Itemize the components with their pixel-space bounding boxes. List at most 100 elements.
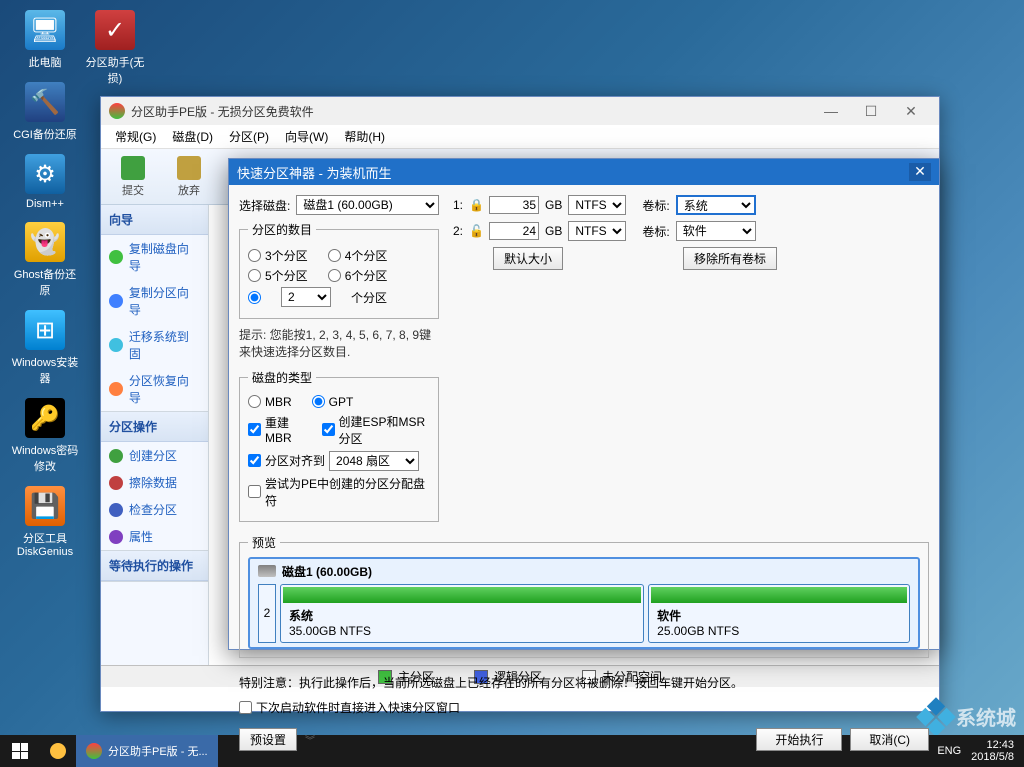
desktop-icon-cgi[interactable]: 🔨CGI备份还原 [10,82,80,142]
desktop-icons: 🖥此电脑 ✓分区助手(无损) 🔨CGI备份还原 ⚙Dism++ 👻Ghost备份… [10,10,90,570]
wizard-icon [109,294,123,308]
vollabel-dropdown-2[interactable]: 软件 [676,221,756,241]
sidebar-header-ops: 分区操作 [101,412,208,442]
menu-help[interactable]: 帮助(H) [336,125,393,148]
create-icon [109,449,123,463]
partition-count-group: 分区的数目 3个分区 4个分区 5个分区 6个分区 2 个分区 [239,221,439,319]
wizard-icon [109,250,123,264]
usage-bar [283,587,641,603]
desktop-icon-ghost[interactable]: 👻Ghost备份还原 [10,222,80,298]
menu-disk[interactable]: 磁盘(D) [164,125,221,148]
sidebar-item-copy-disk[interactable]: 复制磁盘向导 [101,235,208,279]
preset-button[interactable]: 预设置 [239,728,297,751]
key-icon: 🔑 [25,398,65,438]
dialog-title: 快速分区神器 - 为装机而生 [237,163,392,182]
desktop-icon-partition-assistant[interactable]: ✓分区助手(无损) [80,10,150,86]
radio-gpt[interactable]: GPT [312,395,354,409]
checkbox-create-esp[interactable]: 创建ESP和MSR分区 [322,413,431,447]
preview-count: 2 [258,584,276,643]
sidebar-item-wipe[interactable]: 擦除数据 [101,469,208,496]
backup-icon: 🔨 [25,82,65,122]
check-icon [121,156,145,180]
menu-partition[interactable]: 分区(P) [221,125,277,148]
preview-legend: 预览 [248,534,280,551]
checkbox-next-time[interactable]: 下次启动软件时直接进入快速分区窗口 [239,699,460,716]
radio-custom-partitions[interactable] [248,291,261,304]
fs-dropdown-1[interactable]: NTFS [568,195,626,215]
minimize-button[interactable]: — [811,99,851,123]
cancel-button[interactable]: 取消(C) [850,728,929,751]
dialog-close-button[interactable]: ✕ [909,163,931,181]
windows-logo-icon [12,743,28,759]
size-input-2[interactable] [489,222,539,240]
app-logo-icon [109,103,125,119]
start-button[interactable]: 开始执行 [756,728,842,751]
fs-dropdown-2[interactable]: NTFS [568,221,626,241]
desktop-icon-this-pc[interactable]: 🖥此电脑 [10,10,80,70]
vollabel-dropdown-1[interactable]: 系统 [676,195,756,215]
tray-clock[interactable]: 12:43 2018/5/8 [971,739,1014,763]
menubar: 常规(G) 磁盘(D) 分区(P) 向导(W) 帮助(H) [101,125,939,149]
custom-count-dropdown[interactable]: 2 [281,287,331,307]
radio-4-partitions[interactable]: 4个分区 [328,247,388,264]
desktop-icon-dism[interactable]: ⚙Dism++ [10,154,80,210]
titlebar[interactable]: 分区助手PE版 - 无损分区免费软件 — ☐ ✕ [101,97,939,125]
radio-6-partitions[interactable]: 6个分区 [328,267,388,284]
desktop-icon-win-installer[interactable]: ⊞Windows安装器 [10,310,80,386]
menu-general[interactable]: 常规(G) [107,125,164,148]
preview-partition-2[interactable]: 软件25.00GB NTFS [648,584,910,643]
folder-icon [50,743,66,759]
checkbox-try-pe[interactable]: 尝试为PE中创建的分区分配盘符 [248,475,430,509]
sidebar-item-copy-partition[interactable]: 复制分区向导 [101,279,208,323]
dialog-titlebar[interactable]: 快速分区神器 - 为装机而生 ✕ [229,159,939,185]
commit-button[interactable]: 提交 [109,156,157,198]
wipe-icon [109,476,123,490]
remove-labels-button[interactable]: 移除所有卷标 [683,247,777,270]
ghost-icon: 👻 [25,222,65,262]
close-button[interactable]: ✕ [891,99,931,123]
preview-partition-1[interactable]: 系统35.00GB NTFS [280,584,644,643]
sidebar-item-recover[interactable]: 分区恢复向导 [101,367,208,411]
disk-icon [258,565,276,577]
expand-icon[interactable]: ︾ [305,732,315,747]
preview-group: 预览 磁盘1 (60.00GB) 2 系统35.00GB NTFS 软件25.0… [239,534,929,658]
sidebar-item-check[interactable]: 检查分区 [101,496,208,523]
maximize-button[interactable]: ☐ [851,99,891,123]
tray-lang[interactable]: ENG [937,745,961,757]
gear-icon: ⚙ [25,154,65,194]
partition-icon: ✓ [95,10,135,50]
select-disk-label: 选择磁盘: [239,197,290,214]
taskbar-item-explorer[interactable] [40,735,76,767]
size-input-1[interactable] [489,196,539,214]
watermark: 系统城 [922,702,1016,731]
desktop-icon-diskgenius[interactable]: 💾分区工具DiskGenius [10,486,80,558]
sidebar-item-create[interactable]: 创建分区 [101,442,208,469]
sidebar-item-migrate[interactable]: 迁移系统到固 [101,323,208,367]
checkbox-rebuild-mbr[interactable]: 重建MBR [248,414,306,445]
lock-icon[interactable]: 🔒 [469,198,483,212]
align-dropdown[interactable]: 2048 扇区 [329,451,419,471]
installer-icon: ⊞ [25,310,65,350]
discard-button[interactable]: 放弃 [165,156,213,198]
lock-icon[interactable]: 🔓 [469,224,483,238]
default-size-button[interactable]: 默认大小 [493,247,563,270]
wizard-icon [109,382,123,396]
sidebar-header-pending: 等待执行的操作 [101,551,208,581]
taskbar-item-active[interactable]: 分区助手PE版 - 无... [76,735,218,767]
select-disk-dropdown[interactable]: 磁盘1 (60.00GB) [296,195,439,215]
sidebar-item-properties[interactable]: 属性 [101,523,208,550]
pc-icon: 🖥 [25,10,65,50]
partition-row-2: 2: 🔓 GB NTFS 卷标: 软件 [453,221,929,241]
menu-wizard[interactable]: 向导(W) [277,125,336,148]
checkbox-align[interactable]: 分区对齐到 [248,452,325,469]
app-icon [86,743,102,759]
partition-row-1: 1: 🔒 GB NTFS 卷标: 系统 [453,195,929,215]
radio-3-partitions[interactable]: 3个分区 [248,247,308,264]
start-button[interactable] [0,735,40,767]
sidebar: 向导 复制磁盘向导 复制分区向导 迁移系统到固 分区恢复向导 分区操作 创建分区… [101,205,209,687]
desktop-icon-password[interactable]: 🔑Windows密码修改 [10,398,80,474]
radio-5-partitions[interactable]: 5个分区 [248,267,308,284]
hint-text: 提示: 您能按1, 2, 3, 4, 5, 6, 7, 8, 9键来快速选择分区… [239,327,439,361]
disk-icon: 💾 [25,486,65,526]
radio-mbr[interactable]: MBR [248,395,292,409]
